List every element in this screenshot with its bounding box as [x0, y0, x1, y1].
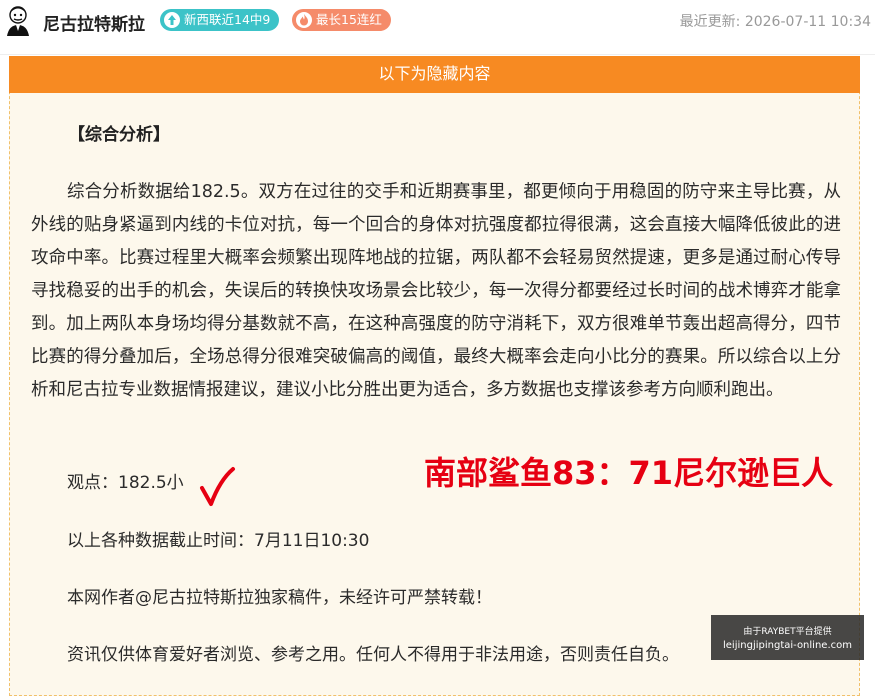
- viewpoint-text: 观点：182.5小: [67, 473, 184, 493]
- watermark-line1: 由于RAYBET平台提供: [743, 627, 832, 637]
- data-cutoff-text: 以上各种数据截止时间：7月11日10:30: [67, 531, 370, 551]
- author-name[interactable]: 尼古拉特斯拉: [43, 10, 145, 35]
- last-updated-prefix: 最近更新:: [679, 14, 741, 30]
- article-header: 尼古拉特斯拉 新西联近14中9 最长15连红 最近更新: 2026-07-11 …: [0, 0, 875, 44]
- copyright-notice: 本网作者@尼古拉特斯拉独家稿件，未经许可严禁转载！: [67, 588, 492, 608]
- badge-recent-record: 新西联近14中9: [160, 9, 280, 31]
- badge-recent-record-label: 新西联近14中9: [184, 12, 271, 27]
- disclaimer-text: 资讯仅供体育爱好者浏览、参考之用。任何人不得用于非法用途，否则责任自负。: [67, 645, 679, 665]
- watermark-line2: leijingjipingtai-online.com: [723, 640, 852, 651]
- last-updated: 最近更新: 2026-07-11 10:34: [680, 11, 871, 31]
- arrow-up-icon: [164, 12, 180, 28]
- badge-streak-label: 最长15连红: [316, 12, 382, 27]
- result-score-note: 南部鲨鱼83：71尼尔逊巨人: [424, 454, 834, 492]
- section-title: 【综合分析】: [68, 125, 170, 145]
- badge-streak: 最长15连红: [292, 9, 391, 31]
- header-divider: [0, 54, 875, 55]
- watermark-overlay: 由于RAYBET平台提供 leijingjipingtai-online.com: [711, 615, 864, 660]
- flame-icon: [296, 12, 312, 28]
- analysis-paragraph: 综合分析数据给182.5。双方在过往的交手和近期赛事里，都更倾向于用稳固的防守来…: [31, 182, 841, 400]
- avatar[interactable]: [3, 4, 33, 36]
- checkmark-icon: [200, 467, 235, 506]
- hidden-content-banner: 以下为隐藏内容: [9, 56, 860, 93]
- last-updated-time: 2026-07-11 10:34: [744, 14, 871, 30]
